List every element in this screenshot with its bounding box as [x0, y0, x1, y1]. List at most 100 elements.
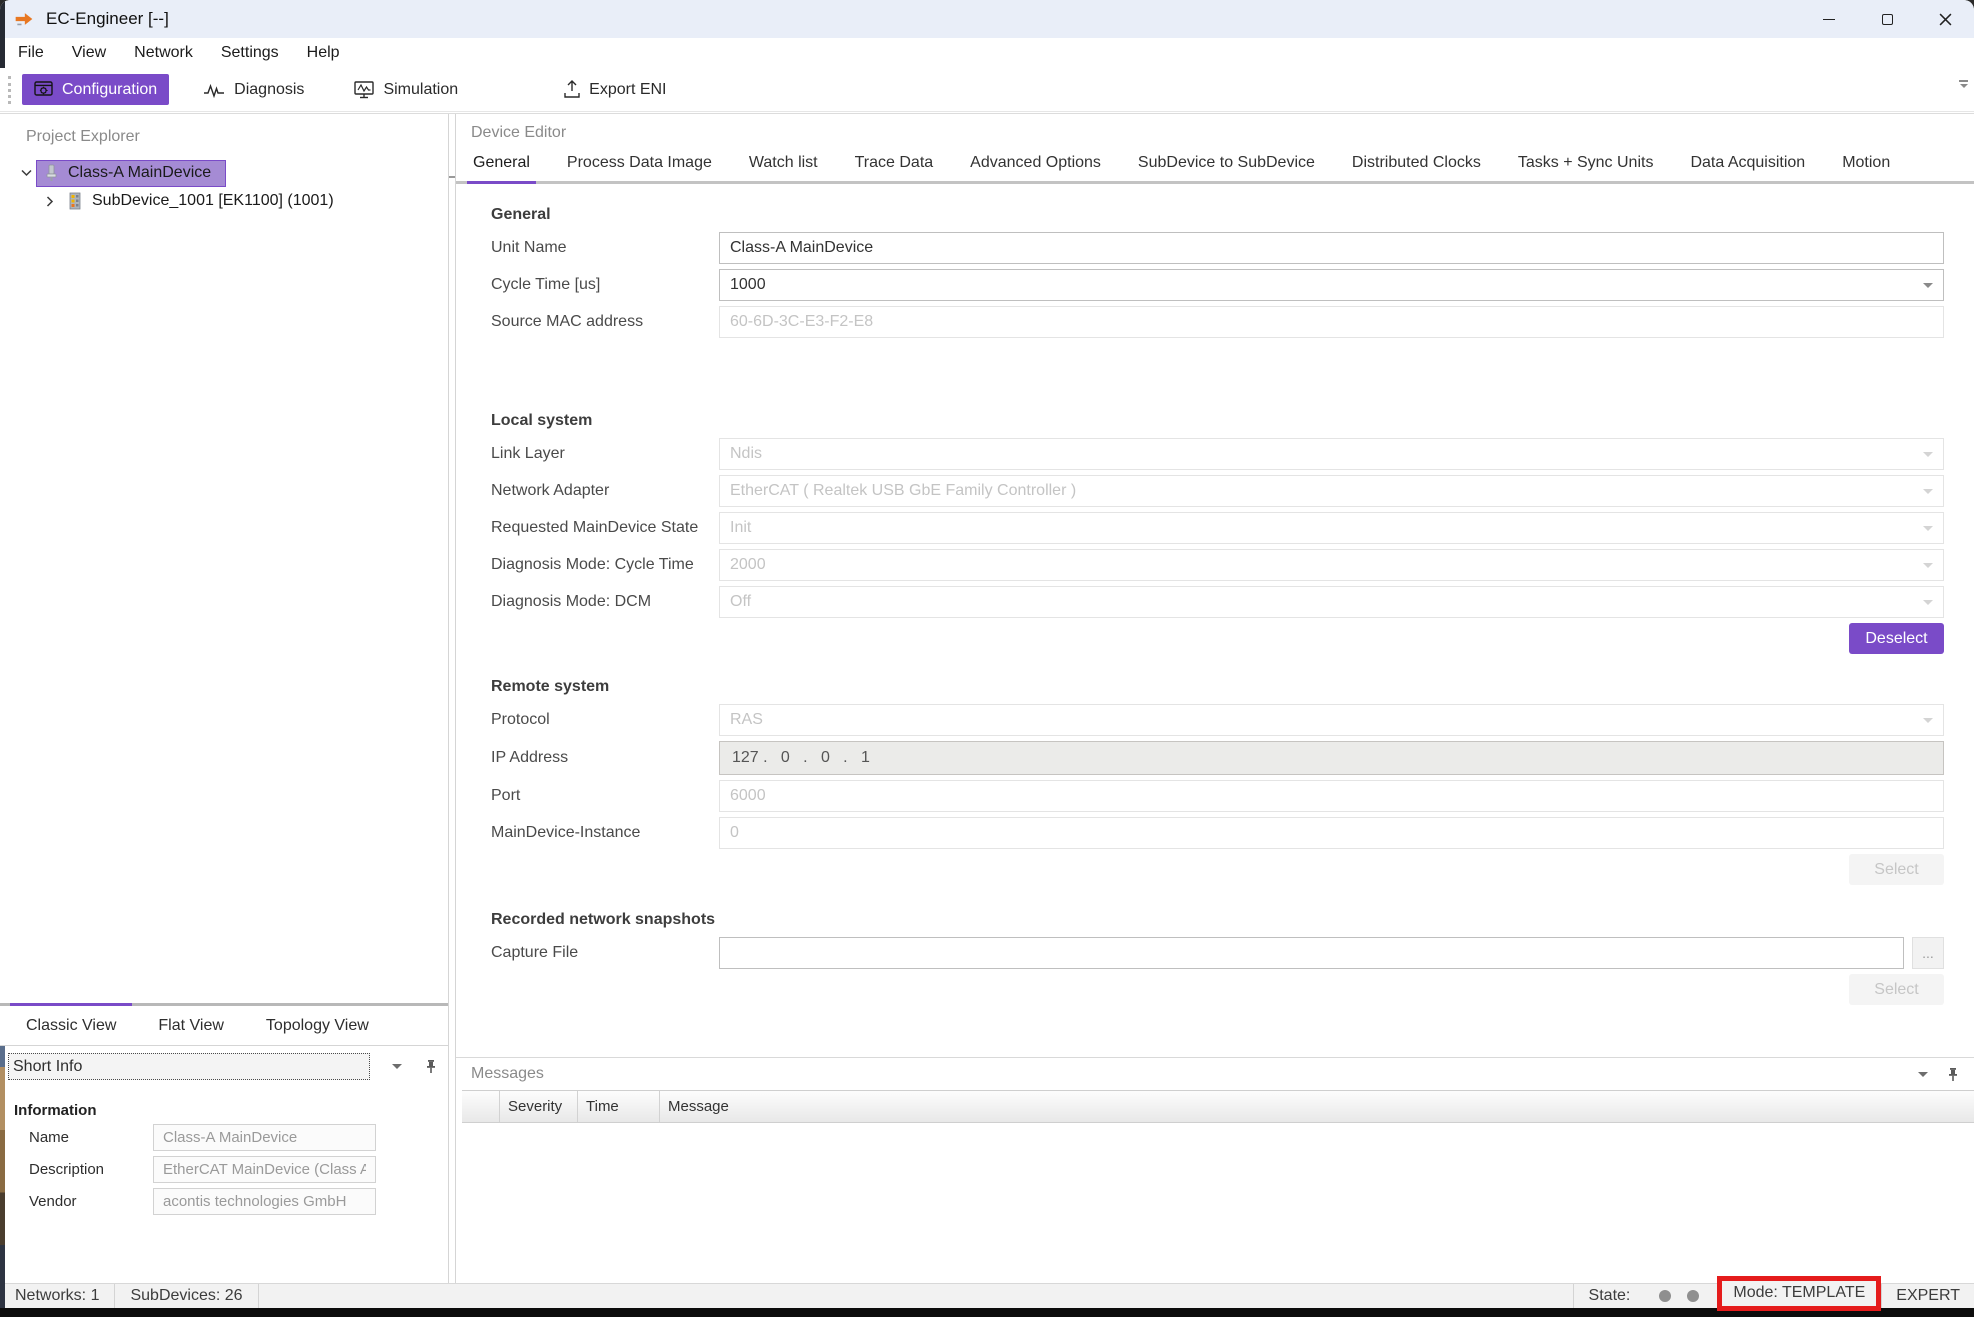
capture-file-input[interactable]	[719, 937, 1904, 969]
unit-name-input[interactable]	[719, 232, 1944, 264]
info-description-label: Description	[29, 1161, 153, 1178]
subdevice-item: SubDevice_1001 [EK1100] (1001)	[68, 192, 334, 210]
status-state-indicators	[1659, 1290, 1699, 1302]
messages-column-header: Severity Time Message	[462, 1090, 1974, 1123]
title-bar: EC-Engineer [--]	[0, 0, 1974, 38]
configuration-label: Configuration	[62, 81, 157, 99]
device-editor: Device Editor General Process Data Image…	[456, 114, 1974, 1057]
panel-splitter[interactable]	[449, 114, 455, 1283]
menu-bar: File View Network Settings Help	[0, 38, 1974, 68]
diag-cycle-time-select: 2000	[719, 549, 1944, 581]
menu-network[interactable]: Network	[120, 40, 207, 66]
link-layer-select: Ndis	[719, 438, 1944, 470]
menu-view[interactable]: View	[58, 40, 120, 66]
minimize-icon	[1823, 19, 1835, 20]
general-tab-content: General Unit Name Cycle Time [us] 1000 S…	[456, 184, 1974, 1057]
field-unit-name: Unit Name	[491, 232, 1944, 264]
info-name-label: Name	[29, 1129, 153, 1146]
simulation-button[interactable]: Simulation	[342, 74, 470, 105]
message-column-header[interactable]: Message	[660, 1091, 1974, 1122]
requested-state-select: Init	[719, 512, 1944, 544]
messages-title: Messages	[471, 1065, 544, 1083]
close-button[interactable]	[1916, 0, 1974, 38]
messages-dropdown-icon[interactable]	[1918, 1072, 1928, 1082]
mode-annotation-box: Mode: TEMPLATE	[1717, 1276, 1881, 1311]
tab-general[interactable]: General	[471, 154, 532, 181]
tab-watch-list[interactable]: Watch list	[747, 154, 820, 181]
messages-panel: Messages	[456, 1057, 1974, 1283]
tab-motion[interactable]: Motion	[1840, 154, 1892, 181]
tree-row-subdevice[interactable]: SubDevice_1001 [EK1100] (1001)	[0, 187, 448, 215]
chevron-right-icon[interactable]	[40, 196, 60, 207]
subdevice-icon	[68, 192, 82, 210]
field-maindevice-instance: MainDevice-Instance	[491, 817, 1944, 849]
browse-button[interactable]: ...	[1912, 937, 1944, 969]
tab-subdevice-to-subdevice[interactable]: SubDevice to SubDevice	[1136, 154, 1317, 181]
time-column-header[interactable]: Time	[578, 1091, 660, 1122]
tab-distributed-clocks[interactable]: Distributed Clocks	[1350, 154, 1483, 181]
toolbar-overflow-icon[interactable]	[1959, 80, 1968, 92]
state-indicator-icon	[1687, 1290, 1699, 1302]
menu-settings[interactable]: Settings	[207, 40, 293, 66]
tab-classic-view[interactable]: Classic View	[10, 1006, 132, 1045]
status-expert[interactable]: EXPERT	[1881, 1284, 1974, 1308]
device-editor-title: Device Editor	[471, 124, 1974, 142]
diag-dcm-select: Off	[719, 586, 1944, 618]
messages-gutter-column	[462, 1091, 500, 1122]
deselect-button[interactable]: Deselect	[1849, 623, 1944, 654]
short-info-selector[interactable]: Short Info	[8, 1053, 370, 1080]
device-editor-panel: Device Editor General Process Data Image…	[455, 114, 1974, 1283]
network-adapter-select: EtherCAT ( Realtek USB GbE Family Contro…	[719, 475, 1944, 507]
menu-help[interactable]: Help	[293, 40, 354, 66]
dropdown-arrow-icon	[1923, 526, 1933, 536]
field-network-adapter: Network Adapter EtherCAT ( Realtek USB G…	[491, 475, 1944, 507]
messages-header: Messages	[456, 1058, 1974, 1090]
info-row-description: Description	[29, 1156, 448, 1183]
requested-state-label: Requested MainDevice State	[491, 519, 719, 537]
editor-tab-strip: General Process Data Image Watch list Tr…	[456, 154, 1974, 184]
export-eni-button[interactable]: Export ENI	[552, 74, 678, 105]
tab-data-acquisition[interactable]: Data Acquisition	[1688, 154, 1807, 181]
maximize-button[interactable]	[1858, 0, 1916, 38]
minimize-button[interactable]	[1800, 0, 1858, 38]
port-input	[719, 780, 1944, 812]
tree-selection[interactable]: Class-A MainDevice	[36, 160, 226, 187]
maindevice-instance-input	[719, 817, 1944, 849]
main-area: Project Explorer Class-A MainDe	[0, 113, 1974, 1283]
field-protocol: Protocol RAS	[491, 704, 1944, 736]
messages-list	[456, 1123, 1974, 1283]
severity-column-header[interactable]: Severity	[500, 1091, 578, 1122]
remote-system-actions: Select	[491, 854, 1944, 885]
tree-row-maindevice[interactable]: Class-A MainDevice	[0, 159, 448, 187]
messages-pin-icon[interactable]	[1946, 1067, 1960, 1082]
tab-process-data-image[interactable]: Process Data Image	[565, 154, 714, 181]
tab-trace-data[interactable]: Trace Data	[853, 154, 936, 181]
diagnosis-button[interactable]: Diagnosis	[191, 74, 316, 105]
dropdown-arrow-icon	[1923, 489, 1933, 499]
tab-topology-view[interactable]: Topology View	[250, 1006, 385, 1045]
toolbar-drag-handle[interactable]	[8, 76, 12, 104]
source-mac-input	[719, 306, 1944, 338]
info-row-vendor: Vendor	[29, 1188, 448, 1215]
view-tab-strip: Classic View Flat View Topology View	[0, 1003, 448, 1045]
menu-file[interactable]: File	[4, 40, 58, 66]
status-mode: Mode: TEMPLATE	[1733, 1284, 1865, 1302]
chevron-down-icon[interactable]	[16, 169, 36, 177]
protocol-label: Protocol	[491, 711, 719, 729]
tab-flat-view[interactable]: Flat View	[142, 1006, 240, 1045]
splitter-grip[interactable]	[449, 176, 455, 178]
screen-edge-artifact-bottom	[0, 1046, 5, 1308]
remote-system-heading: Remote system	[491, 678, 1944, 698]
tab-advanced-options[interactable]: Advanced Options	[968, 154, 1103, 181]
remote-select-button: Select	[1849, 854, 1944, 885]
snapshot-select-button: Select	[1849, 974, 1944, 1005]
cycle-time-select[interactable]: 1000	[719, 269, 1944, 301]
short-info-pin-icon[interactable]	[424, 1059, 438, 1074]
configuration-button[interactable]: Configuration	[22, 74, 169, 105]
info-row-name: Name	[29, 1124, 448, 1151]
tab-tasks-sync-units[interactable]: Tasks + Sync Units	[1516, 154, 1656, 181]
protocol-select: RAS	[719, 704, 1944, 736]
maximize-icon	[1882, 14, 1893, 25]
field-cycle-time: Cycle Time [us] 1000	[491, 269, 1944, 301]
short-info-dropdown-icon[interactable]	[392, 1064, 402, 1074]
